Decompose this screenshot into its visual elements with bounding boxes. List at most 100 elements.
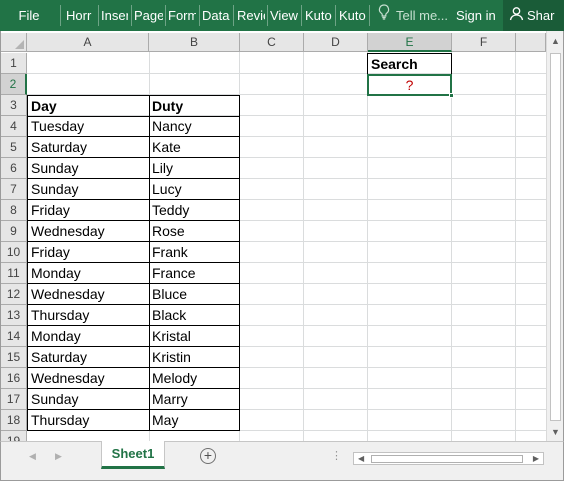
- ribbon-tab-bar: File Horr Inser Page Form Data Revie Vie…: [0, 0, 564, 31]
- lightbulb-icon: [378, 0, 396, 31]
- scroll-up-arrow-icon[interactable]: ▲: [547, 33, 563, 50]
- ribbon-separator: [98, 5, 99, 26]
- day-cell[interactable]: Wednesday: [27, 221, 150, 242]
- tab-formulas[interactable]: Form: [168, 0, 196, 31]
- scroll-left-arrow-icon[interactable]: ◀: [358, 452, 364, 465]
- day-cell[interactable]: Friday: [27, 242, 150, 263]
- tab-insert[interactable]: Inser: [101, 0, 128, 31]
- row-header[interactable]: 15: [1, 347, 27, 368]
- tab-kutools-plus[interactable]: Kuto: [339, 0, 367, 31]
- duty-cell[interactable]: Bluce: [149, 284, 240, 305]
- row-header[interactable]: 18: [1, 410, 27, 431]
- vertical-scrollbar[interactable]: ▲ ▼: [546, 31, 563, 441]
- ribbon-separator: [301, 5, 302, 26]
- tab-page-layout[interactable]: Page: [134, 0, 163, 31]
- row-header[interactable]: 8: [1, 200, 27, 221]
- row-header[interactable]: 10: [1, 242, 27, 263]
- row-header[interactable]: 17: [1, 389, 27, 410]
- duty-cell[interactable]: Marry: [149, 389, 240, 410]
- day-cell[interactable]: Sunday: [27, 179, 150, 200]
- row-header[interactable]: 4: [1, 116, 27, 137]
- row-header[interactable]: 12: [1, 284, 27, 305]
- tell-me-search[interactable]: Tell me...: [378, 0, 448, 31]
- add-sheet-icon[interactable]: +: [200, 448, 216, 464]
- row-header[interactable]: 13: [1, 305, 27, 326]
- day-cell[interactable]: Sunday: [27, 389, 150, 410]
- gridline: [367, 52, 368, 441]
- duty-cell[interactable]: Kate: [149, 137, 240, 158]
- duty-cell[interactable]: Black: [149, 305, 240, 326]
- duty-cell[interactable]: Lucy: [149, 179, 240, 200]
- sheet-tab-bar: ◀ ▶ Sheet1 + ⋮ ◀ ▶: [0, 441, 564, 481]
- duty-cell[interactable]: Kristal: [149, 326, 240, 347]
- horizontal-scrollbar[interactable]: ◀ ▶: [353, 452, 544, 465]
- sign-in-link[interactable]: Sign in: [456, 0, 496, 31]
- column-header-g[interactable]: [516, 33, 546, 52]
- scroll-right-arrow-icon[interactable]: ▶: [533, 452, 539, 465]
- row-header[interactable]: 14: [1, 326, 27, 347]
- select-all-corner[interactable]: [1, 33, 27, 52]
- next-sheet-icon[interactable]: ▶: [55, 451, 62, 462]
- share-button[interactable]: Shar: [503, 0, 564, 31]
- day-cell[interactable]: Monday: [27, 263, 150, 284]
- day-cell[interactable]: Friday: [27, 200, 150, 221]
- column-header-c[interactable]: C: [240, 33, 304, 52]
- row-header[interactable]: 11: [1, 263, 27, 284]
- ribbon-separator: [369, 5, 370, 26]
- duty-cell[interactable]: Rose: [149, 221, 240, 242]
- vertical-scroll-thumb[interactable]: [550, 53, 561, 421]
- person-icon: [509, 1, 527, 31]
- worksheet-grid[interactable]: A B C D E F 1 2 3 4 5 6 7 8 9 10 11 12 1…: [0, 31, 564, 441]
- duty-cell[interactable]: Frank: [149, 242, 240, 263]
- fill-handle[interactable]: [449, 93, 454, 98]
- row-header[interactable]: 1: [1, 53, 27, 74]
- duty-cell[interactable]: Lily: [149, 158, 240, 179]
- column-header-f[interactable]: F: [452, 33, 516, 52]
- previous-sheet-icon[interactable]: ◀: [29, 451, 36, 462]
- duty-cell[interactable]: Kristin: [149, 347, 240, 368]
- tab-file[interactable]: File: [0, 0, 58, 31]
- duty-cell[interactable]: Nancy: [149, 116, 240, 137]
- day-cell[interactable]: Thursday: [27, 410, 150, 431]
- tab-home[interactable]: Horr: [66, 0, 96, 31]
- duty-cell[interactable]: France: [149, 263, 240, 284]
- tab-splitter-icon[interactable]: ⋮: [331, 449, 342, 462]
- column-header-e[interactable]: E: [368, 33, 452, 52]
- row-header[interactable]: 5: [1, 137, 27, 158]
- day-cell[interactable]: Wednesday: [27, 368, 150, 389]
- row-header[interactable]: 3: [1, 95, 27, 116]
- tab-kutools[interactable]: Kuto: [305, 0, 333, 31]
- sheet-tab-sheet1[interactable]: Sheet1: [101, 441, 165, 469]
- header-cell-duty[interactable]: Duty: [149, 95, 240, 117]
- tab-view[interactable]: View: [270, 0, 299, 31]
- day-cell[interactable]: Thursday: [27, 305, 150, 326]
- day-cell[interactable]: Monday: [27, 326, 150, 347]
- day-cell[interactable]: Saturday: [27, 137, 150, 158]
- header-cell-day[interactable]: Day: [27, 95, 150, 117]
- column-header-a[interactable]: A: [27, 33, 149, 52]
- scroll-down-arrow-icon[interactable]: ▼: [547, 424, 563, 441]
- row-header[interactable]: 7: [1, 179, 27, 200]
- tab-data[interactable]: Data: [202, 0, 231, 31]
- ribbon-separator: [165, 5, 166, 26]
- search-label-cell[interactable]: Search: [367, 53, 452, 75]
- ribbon-separator: [233, 5, 234, 26]
- row-header[interactable]: 9: [1, 221, 27, 242]
- column-header-b[interactable]: B: [149, 33, 240, 52]
- row-header[interactable]: 6: [1, 158, 27, 179]
- day-cell[interactable]: Sunday: [27, 158, 150, 179]
- day-cell[interactable]: Saturday: [27, 347, 150, 368]
- row-header[interactable]: 16: [1, 368, 27, 389]
- day-cell[interactable]: Tuesday: [27, 116, 150, 137]
- gridline: [451, 52, 452, 441]
- row-header[interactable]: 2: [1, 74, 27, 95]
- duty-cell[interactable]: May: [149, 410, 240, 431]
- duty-cell[interactable]: Teddy: [149, 200, 240, 221]
- column-header-d[interactable]: D: [304, 33, 368, 52]
- day-cell[interactable]: Wednesday: [27, 284, 150, 305]
- duty-cell[interactable]: Melody: [149, 368, 240, 389]
- search-value-cell-selected[interactable]: ?: [367, 74, 452, 96]
- tab-review[interactable]: Revie: [237, 0, 265, 31]
- horizontal-scroll-thumb[interactable]: [371, 455, 523, 463]
- row-header[interactable]: 19: [1, 431, 27, 441]
